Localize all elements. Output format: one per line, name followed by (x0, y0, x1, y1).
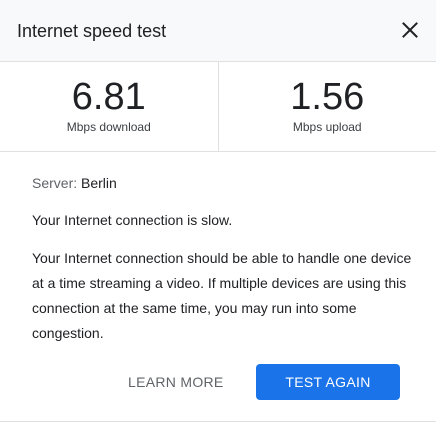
server-value: Berlin (81, 175, 117, 191)
upload-speed-label: Mbps upload (292, 120, 362, 134)
dialog-header: Internet speed test (0, 0, 436, 62)
dialog-title: Internet speed test (17, 21, 167, 41)
footer-divider (0, 421, 436, 422)
server-info: Server: Berlin (32, 174, 412, 192)
download-speed-value: 6.81 (71, 76, 146, 118)
close-icon (402, 22, 418, 38)
test-again-button[interactable]: TEST AGAIN (256, 364, 400, 400)
download-metric: 6.81 Mbps download (0, 62, 219, 151)
dialog-actions: LEARN MORE TEST AGAIN (0, 364, 436, 400)
connection-status: Your Internet connection is slow. (32, 212, 233, 228)
upload-speed-value: 1.56 (290, 76, 365, 118)
upload-metric: 1.56 Mbps upload (219, 62, 436, 151)
close-button[interactable] (398, 18, 422, 42)
connection-description: Your Internet connection should be able … (32, 250, 412, 341)
server-label: Server: (32, 175, 78, 191)
speed-test-dialog: Internet speed test 6.81 Mbps download 1… (0, 0, 436, 425)
download-speed-label: Mbps download (66, 120, 151, 134)
result-details: Server: Berlin Your Internet connection … (32, 174, 412, 346)
learn-more-button[interactable]: LEARN MORE (118, 364, 234, 400)
speed-metrics: 6.81 Mbps download 1.56 Mbps upload (0, 62, 436, 152)
